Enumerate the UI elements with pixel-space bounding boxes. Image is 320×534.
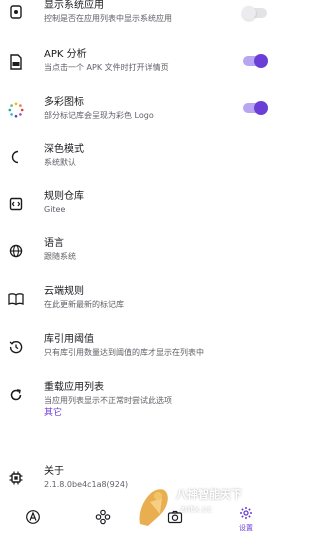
language-globe-icon — [7, 242, 25, 260]
repository-icon — [7, 195, 25, 213]
cloud-rules-book-icon — [7, 290, 25, 308]
setting-title: 多彩图标 — [44, 97, 84, 108]
setting-subtitle: 部分标记库会呈现为彩色 Logo — [44, 111, 154, 120]
section-header-other: 其它 — [44, 408, 63, 418]
setting-title: 深色模式 — [44, 144, 84, 155]
switch-thumb — [242, 6, 256, 20]
reload-icon — [7, 386, 25, 404]
snapshot-icon — [95, 509, 111, 529]
app-version: 2.1.8.0be4c1a8(924) — [44, 480, 129, 489]
setting-subtitle: Gitee — [44, 205, 66, 214]
colorful-icons-icon — [7, 101, 25, 119]
setting-cloud-rules[interactable]: 云端规则 在此更新最新的标记库 — [0, 281, 275, 317]
setting-language[interactable]: 语言 跟随系统 — [0, 233, 275, 269]
switch-thumb — [254, 101, 268, 115]
setting-title: 规则仓库 — [44, 191, 84, 202]
setting-title: APK 分析 — [44, 49, 87, 60]
apk-file-icon — [7, 53, 25, 71]
watermark-text: 八神智能天下 — [176, 488, 242, 501]
setting-subtitle: 当点击一个 APK 文件时打开详情页 — [44, 63, 169, 72]
setting-subtitle: 系统默认 — [44, 158, 76, 167]
setting-title: 语言 — [44, 238, 64, 249]
setting-library-threshold[interactable]: 库引用阈值 只有库引用数量达到阈值的库才显示在列表中 — [0, 329, 275, 365]
apk-analysis-toggle[interactable] — [243, 54, 268, 68]
colorful-icons-toggle[interactable] — [243, 101, 268, 115]
watermark-logo-icon — [139, 489, 168, 526]
setting-title: 关于 — [44, 466, 64, 477]
setting-dark-mode[interactable]: 深色模式 系统默认 — [0, 139, 275, 175]
watermark-overlay: 八神智能天下 zntx.cc — [132, 478, 275, 534]
switch-thumb — [254, 54, 268, 68]
setting-title: 显示系统应用 — [44, 0, 104, 11]
watermark-url: zntx.cc — [180, 505, 213, 515]
setting-subtitle: 只有库引用数量达到阈值的库才显示在列表中 — [44, 348, 204, 357]
setting-rule-repository[interactable]: 规则仓库 Gitee — [0, 186, 275, 222]
nav-apps[interactable] — [20, 503, 46, 534]
setting-reload-app-list[interactable]: 重载应用列表 当应用列表显示不正常时尝试此选项 — [0, 377, 275, 413]
setting-title: 云端规则 — [44, 286, 84, 297]
threshold-icon — [7, 338, 25, 356]
chip-icon — [7, 469, 25, 487]
setting-colorful-icons[interactable]: 多彩图标 部分标记库会呈现为彩色 Logo — [0, 92, 275, 128]
setting-subtitle: 跟随系统 — [44, 252, 76, 261]
setting-apk-analysis[interactable]: APK 分析 当点击一个 APK 文件时打开详情页 — [0, 44, 275, 80]
apps-icon — [25, 509, 41, 529]
setting-show-system-apps[interactable]: 显示系统应用 控制是否在应用列表中显示系统应用 — [0, 0, 275, 34]
setting-subtitle: 在此更新最新的标记库 — [44, 300, 124, 309]
setting-subtitle: 当应用列表显示不正常时尝试此选项 — [44, 396, 172, 405]
nav-snapshot[interactable] — [90, 503, 116, 534]
show-system-apps-toggle[interactable] — [242, 6, 267, 20]
setting-title: 库引用阈值 — [44, 334, 94, 345]
system-apps-icon — [7, 3, 25, 21]
settings-screen: 显示系统应用 控制是否在应用列表中显示系统应用 APK 分析 当点击一个 APK… — [0, 0, 275, 534]
dark-mode-icon — [7, 148, 25, 166]
setting-title: 重载应用列表 — [44, 382, 104, 393]
setting-subtitle: 控制是否在应用列表中显示系统应用 — [44, 14, 172, 23]
